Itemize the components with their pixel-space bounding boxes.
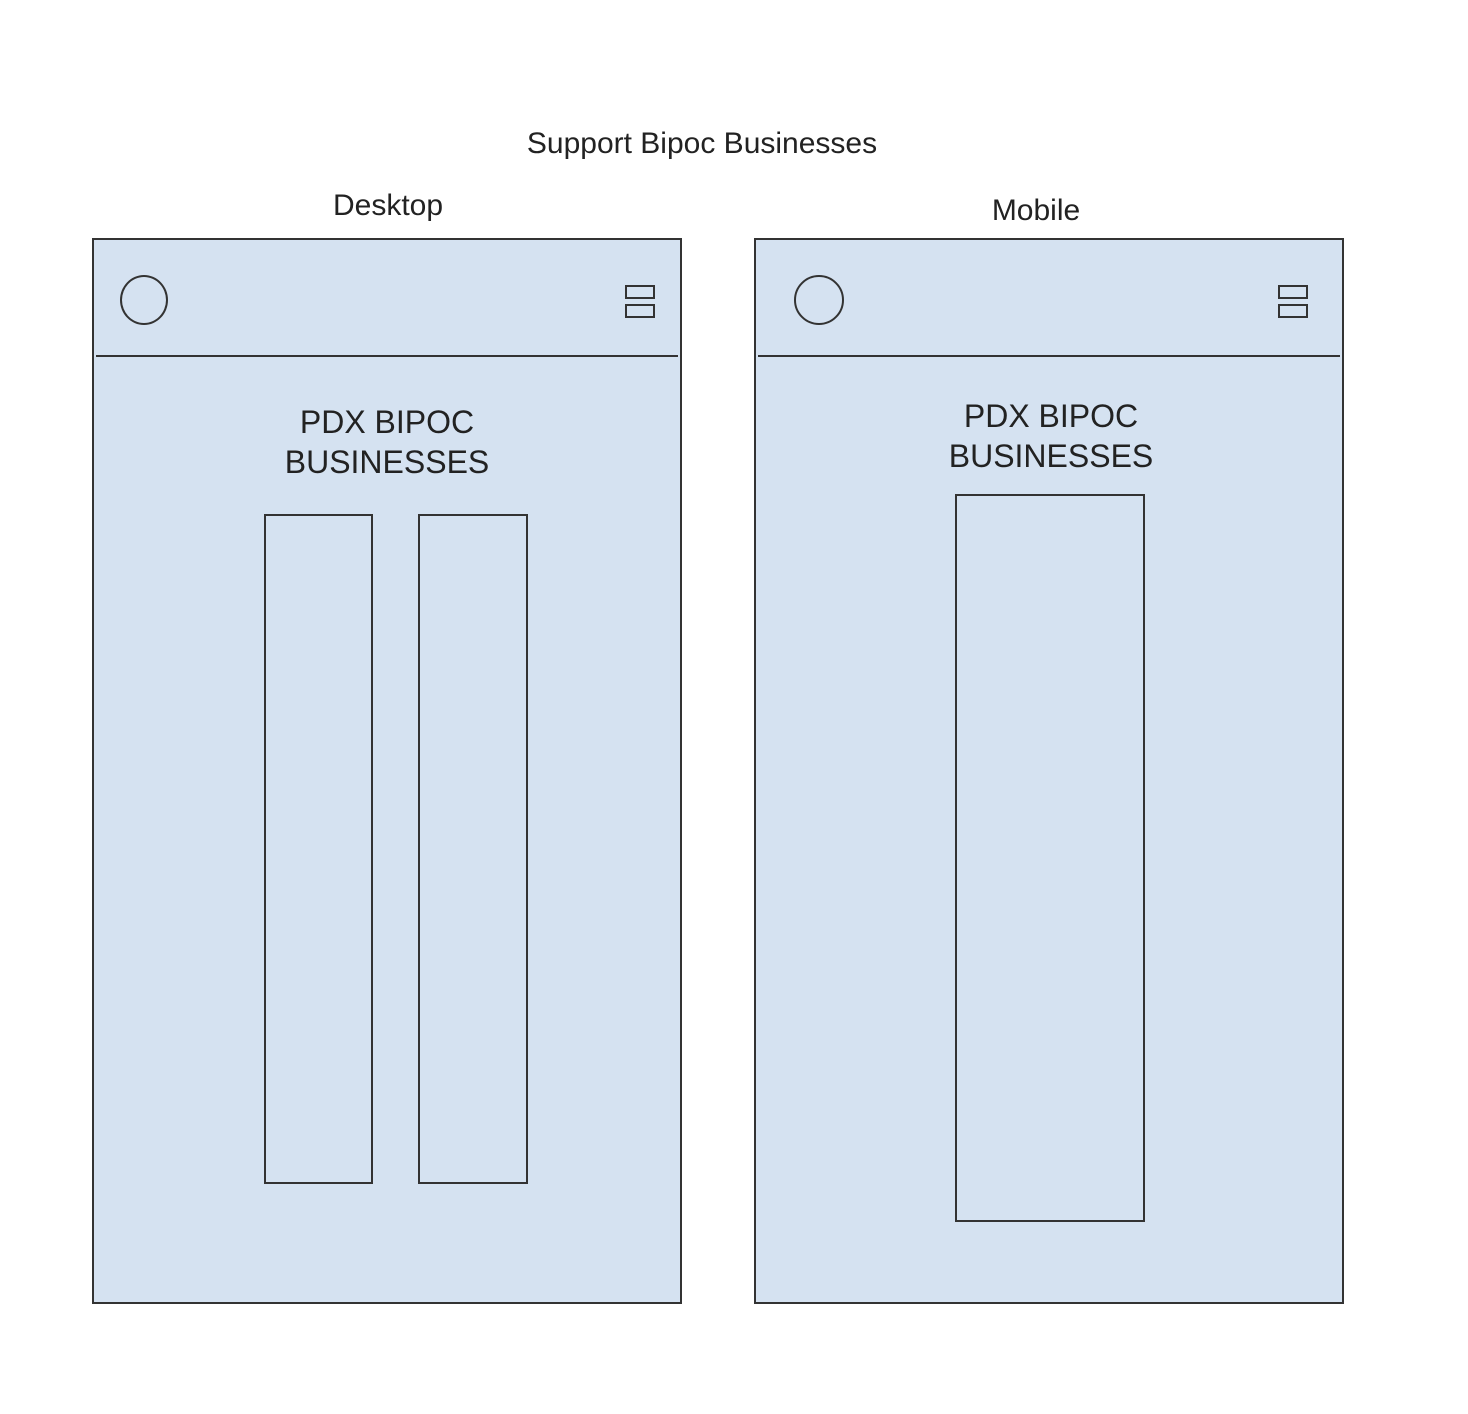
heading-line-2: BUSINESSES — [284, 444, 490, 480]
heading-line-1: PDX BIPOC — [963, 398, 1139, 434]
mobile-wireframe: PDX BIPOC BUSINESSES — [754, 238, 1344, 1304]
menu-bar-top — [625, 285, 655, 299]
menu-bar-bottom — [1278, 304, 1308, 318]
header-divider — [96, 355, 678, 357]
circle-logo-icon[interactable] — [794, 275, 844, 325]
header-divider — [758, 355, 1340, 357]
heading-line-2: BUSINESSES — [948, 438, 1154, 474]
page-heading: PDX BIPOC BUSINESSES — [94, 402, 680, 482]
business-card-column-2[interactable] — [418, 514, 528, 1184]
heading-line-1: PDX BIPOC — [299, 404, 475, 440]
hamburger-menu-icon[interactable] — [625, 285, 655, 319]
desktop-wireframe: PDX BIPOC BUSINESSES — [92, 238, 682, 1304]
business-card[interactable] — [955, 494, 1145, 1222]
page-heading: PDX BIPOC BUSINESSES — [756, 396, 1346, 476]
menu-bar-top — [1278, 285, 1308, 299]
mobile-label: Mobile — [991, 194, 1081, 227]
circle-logo-icon[interactable] — [120, 275, 168, 325]
hamburger-menu-icon[interactable] — [1278, 285, 1308, 319]
business-card-column-1[interactable] — [264, 514, 373, 1184]
desktop-label: Desktop — [332, 189, 444, 222]
diagram-title: Support Bipoc Businesses — [526, 127, 878, 160]
menu-bar-bottom — [625, 304, 655, 318]
